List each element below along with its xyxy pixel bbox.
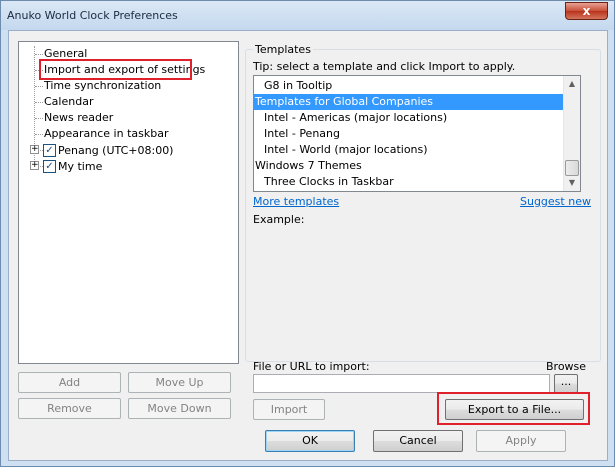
scroll-up-arrow-icon[interactable]: ▲ — [564, 76, 580, 92]
tree-connector — [35, 118, 43, 119]
tree-item-penang[interactable]: Penang (UTC+08:00) — [58, 143, 173, 158]
browse-button[interactable]: ... — [554, 374, 578, 393]
remove-button[interactable]: Remove — [18, 398, 121, 419]
close-button[interactable]: x — [565, 2, 608, 20]
tree-item-news-reader[interactable]: News reader — [44, 110, 113, 125]
list-item[interactable]: G8 in Tooltip — [254, 78, 563, 94]
list-item[interactable]: Intel - Penang — [254, 126, 563, 142]
dialog-client-area: General Import and export of settings Ti… — [8, 30, 608, 461]
annotation-highlight-tree — [39, 59, 192, 80]
list-item[interactable]: Intel - World (major locations) — [254, 142, 563, 158]
expand-my-time-icon[interactable]: + — [30, 161, 39, 170]
templates-scrollbar[interactable]: ▲ ▼ — [563, 76, 580, 191]
more-templates-link[interactable]: More templates — [253, 195, 339, 208]
checkmark-icon: ✓ — [45, 145, 54, 156]
preferences-window: Anuko World Clock Preferences x General … — [0, 0, 615, 467]
window-title: Anuko World Clock Preferences — [7, 9, 178, 22]
cancel-button[interactable]: Cancel — [373, 430, 463, 452]
ok-button[interactable]: OK — [265, 430, 355, 452]
penang-checkbox[interactable]: ✓ — [43, 144, 56, 157]
close-icon: x — [582, 4, 591, 18]
tree-item-appearance-taskbar[interactable]: Appearance in taskbar — [44, 126, 168, 141]
import-button[interactable]: Import — [253, 399, 325, 420]
title-bar[interactable]: Anuko World Clock Preferences x — [1, 1, 614, 30]
templates-tip: Tip: select a template and click Import … — [253, 60, 516, 73]
tree-connector — [35, 54, 43, 55]
my-time-checkbox[interactable]: ✓ — [43, 160, 56, 173]
browse-label: Browse — [546, 360, 587, 373]
file-url-input[interactable] — [253, 374, 550, 393]
templates-group-label: Templates — [253, 43, 313, 56]
tree-item-my-time[interactable]: My time — [58, 159, 102, 174]
move-up-button[interactable]: Move Up — [128, 372, 231, 393]
tree-connector — [35, 102, 43, 103]
add-button[interactable]: Add — [18, 372, 121, 393]
checkmark-icon: ✓ — [45, 161, 54, 172]
suggest-new-link[interactable]: Suggest new — [520, 195, 591, 208]
tree-item-calendar[interactable]: Calendar — [44, 94, 93, 109]
list-item-selected[interactable]: Templates for Global Companies — [254, 94, 563, 110]
list-item[interactable]: Three Clocks in Taskbar — [254, 174, 563, 190]
scroll-down-arrow-icon[interactable]: ▼ — [564, 175, 580, 191]
settings-tree[interactable]: General Import and export of settings Ti… — [18, 41, 239, 364]
apply-button[interactable]: Apply — [476, 430, 566, 452]
move-down-button[interactable]: Move Down — [128, 398, 231, 419]
example-label: Example: — [253, 213, 305, 226]
templates-list[interactable]: G8 in Tooltip Templates for Global Compa… — [253, 75, 581, 192]
tree-item-time-sync[interactable]: Time synchronization — [44, 78, 161, 93]
annotation-highlight-export — [437, 392, 590, 425]
expand-penang-icon[interactable]: + — [30, 145, 39, 154]
tree-connector — [35, 86, 43, 87]
file-url-label: File or URL to import: — [253, 360, 370, 373]
list-item[interactable]: Windows 7 Themes — [254, 158, 563, 174]
tree-connector — [35, 134, 43, 135]
list-item[interactable]: Intel - Americas (major locations) — [254, 110, 563, 126]
scroll-thumb[interactable] — [565, 160, 579, 176]
